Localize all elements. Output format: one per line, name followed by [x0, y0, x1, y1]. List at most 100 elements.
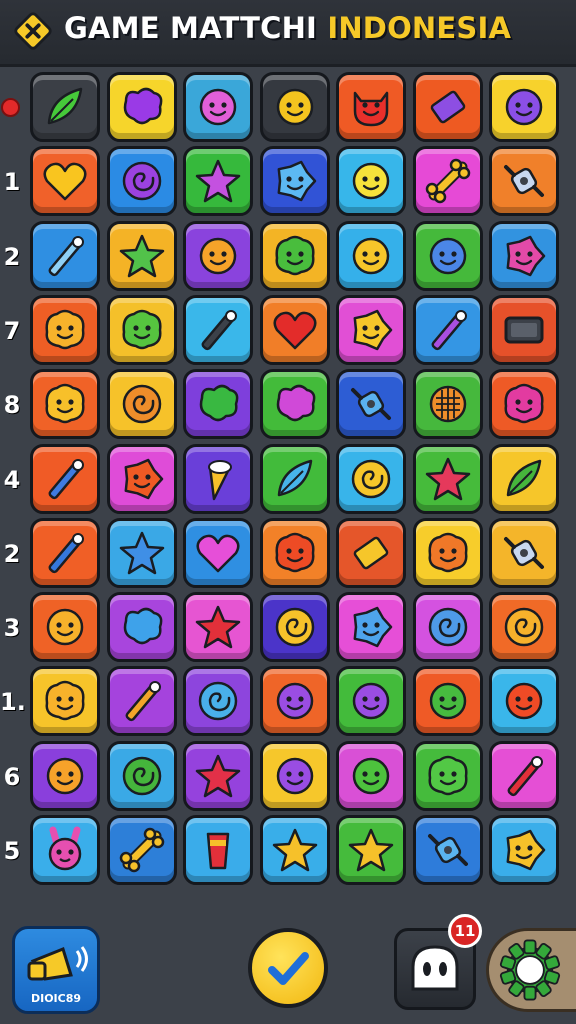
game-tile[interactable]	[259, 740, 330, 811]
game-tile[interactable]	[412, 740, 483, 811]
game-tile[interactable]	[489, 369, 559, 440]
game-tile[interactable]	[489, 220, 559, 291]
wand-icon	[125, 681, 161, 722]
game-tile[interactable]	[106, 666, 177, 737]
game-tile[interactable]	[183, 220, 253, 291]
game-tile[interactable]	[106, 294, 177, 365]
game-tile[interactable]	[412, 517, 483, 588]
swirl-icon	[198, 682, 238, 721]
game-tile[interactable]	[412, 815, 483, 885]
game-tile[interactable]	[336, 740, 406, 811]
daily-reward-button[interactable]: DIOIC89	[12, 926, 100, 1014]
game-tile[interactable]	[183, 592, 253, 663]
row-number-label: 1	[3, 168, 21, 197]
game-tile[interactable]	[30, 592, 100, 663]
gear-face-icon	[277, 161, 316, 202]
game-tile[interactable]	[259, 146, 330, 217]
game-tile[interactable]	[336, 666, 406, 737]
game-tile[interactable]	[489, 72, 559, 142]
game-tile[interactable]	[106, 517, 177, 588]
game-tile[interactable]	[489, 592, 559, 663]
game-tile[interactable]	[30, 220, 100, 291]
game-tile[interactable]	[183, 72, 253, 142]
heart-blob-icon	[123, 87, 162, 125]
game-tile[interactable]	[259, 443, 330, 514]
game-tile[interactable]	[30, 369, 100, 440]
settings-button[interactable]	[486, 928, 576, 1012]
game-tile[interactable]	[489, 294, 559, 365]
game-tile[interactable]	[106, 220, 177, 291]
game-tile[interactable]	[336, 443, 406, 514]
game-tile[interactable]	[30, 517, 100, 588]
game-tile[interactable]	[489, 517, 559, 588]
game-tile[interactable]	[30, 815, 100, 885]
diamond-icon	[353, 536, 389, 570]
game-tile[interactable]	[259, 815, 330, 885]
game-tile[interactable]	[489, 443, 559, 514]
cup-icon	[206, 832, 230, 870]
game-tile[interactable]	[106, 740, 177, 811]
confirm-button[interactable]	[248, 928, 328, 1008]
game-tile[interactable]	[489, 146, 559, 217]
game-tile[interactable]	[336, 72, 406, 142]
row-number-label: 5	[3, 837, 21, 865]
game-tile[interactable]	[183, 517, 253, 588]
game-tile[interactable]	[336, 592, 406, 663]
game-tile[interactable]	[106, 592, 177, 663]
notification-badge: 11	[448, 914, 482, 948]
game-tile[interactable]	[106, 369, 177, 440]
game-tile[interactable]	[259, 666, 330, 737]
game-tile[interactable]	[412, 220, 483, 291]
game-tile[interactable]	[30, 740, 100, 811]
smiley-icon	[352, 163, 390, 200]
blob-face-icon	[45, 383, 85, 424]
swirl-icon	[122, 384, 161, 424]
swirl-icon	[122, 162, 161, 201]
game-tile[interactable]	[412, 666, 483, 737]
game-tile[interactable]	[336, 220, 406, 291]
game-tile[interactable]	[183, 443, 253, 514]
game-tile[interactable]	[412, 369, 483, 440]
wand-icon	[48, 458, 84, 499]
star-icon	[195, 160, 241, 203]
star-icon	[195, 754, 241, 797]
game-tile[interactable]	[259, 517, 330, 588]
game-tile[interactable]	[489, 740, 559, 811]
game-tile[interactable]	[106, 146, 177, 217]
game-tile[interactable]	[259, 592, 330, 663]
game-tile[interactable]	[412, 146, 483, 217]
smiley-icon	[46, 608, 84, 646]
blob-face-icon	[274, 235, 315, 275]
game-tile[interactable]	[106, 443, 177, 514]
game-tile[interactable]	[30, 72, 100, 142]
game-tile[interactable]	[336, 369, 406, 440]
game-tile[interactable]	[412, 443, 483, 514]
game-tile[interactable]	[183, 666, 253, 737]
game-tile[interactable]	[336, 815, 406, 885]
game-tile[interactable]	[412, 72, 483, 142]
game-tile[interactable]	[336, 146, 406, 217]
game-tile[interactable]	[106, 72, 177, 142]
game-tile[interactable]	[30, 146, 100, 217]
game-tile[interactable]	[183, 740, 253, 811]
game-tile[interactable]	[412, 294, 483, 365]
row-number-label: 3	[3, 614, 21, 643]
smiley-icon	[505, 683, 543, 720]
game-tile[interactable]	[259, 220, 330, 291]
game-tile[interactable]	[259, 369, 330, 440]
game-tile[interactable]	[30, 443, 100, 514]
game-tile[interactable]	[489, 666, 559, 737]
game-tile[interactable]	[259, 294, 330, 365]
game-tile[interactable]	[30, 294, 100, 365]
game-tile[interactable]	[183, 294, 253, 365]
game-tile[interactable]	[30, 666, 100, 737]
game-tile[interactable]	[183, 369, 253, 440]
game-tile[interactable]	[106, 815, 177, 885]
game-tile[interactable]	[489, 815, 559, 885]
game-tile[interactable]	[183, 815, 253, 885]
game-tile[interactable]	[259, 72, 330, 142]
game-tile[interactable]	[183, 146, 253, 217]
game-tile[interactable]	[336, 294, 406, 365]
game-tile[interactable]	[336, 517, 406, 588]
game-tile[interactable]	[412, 592, 483, 663]
